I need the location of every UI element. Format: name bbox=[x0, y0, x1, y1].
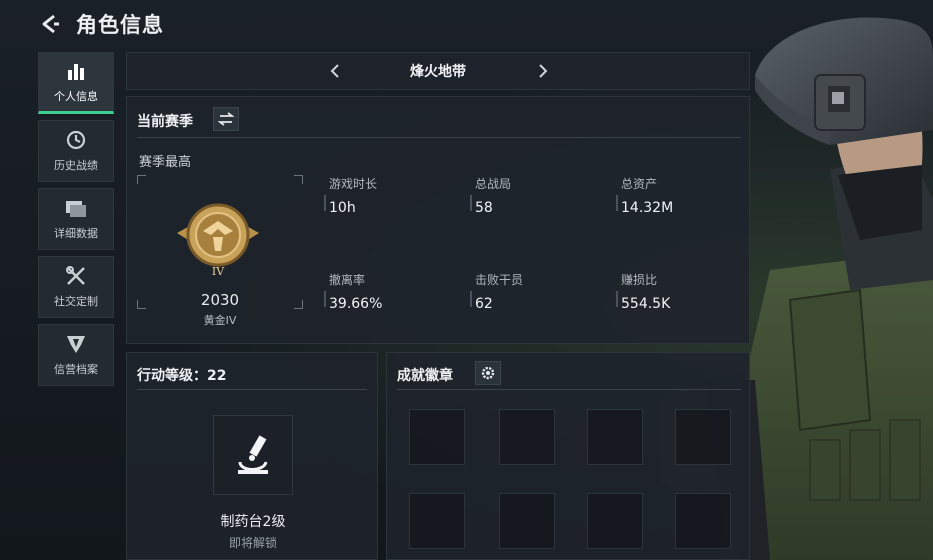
sidebar-item-camp-archive[interactable]: 信营档案 bbox=[38, 324, 114, 386]
season-title: 当前赛季 bbox=[137, 114, 193, 130]
season-best-label: 赛季最高 bbox=[139, 155, 192, 170]
badge-slot[interactable] bbox=[587, 493, 643, 549]
stat-label: 撤离率 bbox=[329, 273, 366, 287]
divider bbox=[137, 137, 741, 138]
badge-settings-button[interactable] bbox=[475, 361, 501, 385]
stat-label: 总战局 bbox=[475, 177, 512, 191]
chevron-right-icon[interactable] bbox=[533, 61, 553, 81]
season-panel: 当前赛季 赛季最高 IV 2030 黄金IV 游戏时长 10h 总战局 58 总… bbox=[126, 96, 750, 344]
swap-season-button[interactable] bbox=[213, 107, 239, 131]
badge-slot[interactable] bbox=[409, 493, 465, 549]
action-level-panel: 行动等级：22 制药台2级 即将解锁 bbox=[126, 352, 378, 560]
unlock-name: 制药台2级 bbox=[220, 514, 286, 530]
stat-operators-defeated: 击败干员 62 bbox=[470, 271, 605, 312]
stat-label: 赚损比 bbox=[621, 273, 658, 287]
stat-extraction-rate: 撤离率 39.66% bbox=[324, 271, 459, 312]
badge-slot[interactable] bbox=[499, 409, 555, 465]
sidebar-item-detailed-data[interactable]: 详细数据 bbox=[38, 188, 114, 250]
stat-value: 10h bbox=[329, 200, 356, 216]
mode-selector: 烽火地带 bbox=[126, 52, 750, 90]
divider bbox=[137, 389, 367, 390]
back-arrow-icon[interactable] bbox=[36, 10, 64, 38]
sidebar-item-label: 详细数据 bbox=[54, 227, 98, 240]
history-clock-icon bbox=[66, 130, 86, 150]
tools-icon bbox=[66, 266, 85, 285]
badge-slot[interactable] bbox=[499, 493, 555, 549]
stat-total-assets: 总资产 14.32M bbox=[616, 175, 751, 216]
badge-slot[interactable] bbox=[409, 409, 465, 465]
microscope-icon bbox=[238, 435, 268, 474]
unlock-state: 即将解锁 bbox=[228, 536, 277, 550]
stat-label: 总资产 bbox=[621, 177, 658, 191]
mode-name: 烽火地带 bbox=[410, 64, 466, 80]
rank-score: 2030 bbox=[200, 291, 240, 309]
badges-title: 成就徽章 bbox=[397, 368, 453, 384]
stat-value: 58 bbox=[475, 200, 493, 216]
sidebar-item-social-custom[interactable]: 社交定制 bbox=[38, 256, 114, 318]
sidebar-item-history[interactable]: 历史战绩 bbox=[38, 120, 114, 182]
header: 角色信息 bbox=[36, 6, 164, 42]
divider bbox=[397, 389, 741, 390]
rank-frame: IV bbox=[137, 175, 303, 309]
page-title: 角色信息 bbox=[76, 13, 164, 37]
stat-label: 游戏时长 bbox=[329, 177, 378, 191]
action-level-title: 行动等级：22 bbox=[137, 368, 227, 384]
achievement-badges-panel: 成就徽章 bbox=[386, 352, 750, 560]
stat-value: 62 bbox=[475, 296, 493, 312]
badge-slot[interactable] bbox=[675, 409, 731, 465]
swap-icon bbox=[218, 112, 234, 126]
rank-badge-icon: IV bbox=[177, 203, 259, 278]
sidebar-item-label: 信营档案 bbox=[54, 363, 98, 376]
sidebar-item-label: 历史战绩 bbox=[54, 159, 98, 172]
rank-tier: 黄金IV bbox=[203, 314, 237, 327]
emblem-icon bbox=[67, 336, 85, 353]
stat-total-matches: 总战局 58 bbox=[470, 175, 605, 216]
sidebar-item-label: 社交定制 bbox=[54, 295, 98, 308]
stat-value: 554.5K bbox=[621, 296, 671, 312]
stat-label: 击败干员 bbox=[475, 273, 524, 287]
unlock-item-tile[interactable] bbox=[213, 415, 293, 495]
bar-chart-icon bbox=[68, 64, 84, 80]
rank-badge-numeral: IV bbox=[212, 265, 225, 278]
badge-slot[interactable] bbox=[587, 409, 643, 465]
stat-value: 14.32M bbox=[621, 200, 674, 216]
sidebar-item-label: 个人信息 bbox=[54, 90, 98, 103]
folder-icon bbox=[66, 201, 86, 217]
sidebar-item-personal-info[interactable]: 个人信息 bbox=[38, 52, 114, 114]
sidebar: 个人信息 历史战绩 详细数据 社交定制 信营档案 bbox=[38, 52, 116, 386]
stat-value: 39.66% bbox=[329, 296, 383, 312]
stat-profit-loss-ratio: 赚损比 554.5K bbox=[616, 271, 751, 312]
badge-slot[interactable] bbox=[675, 493, 731, 549]
chevron-left-icon[interactable] bbox=[325, 61, 345, 81]
gear-icon bbox=[481, 366, 495, 380]
stat-play-time: 游戏时长 10h bbox=[324, 175, 459, 216]
